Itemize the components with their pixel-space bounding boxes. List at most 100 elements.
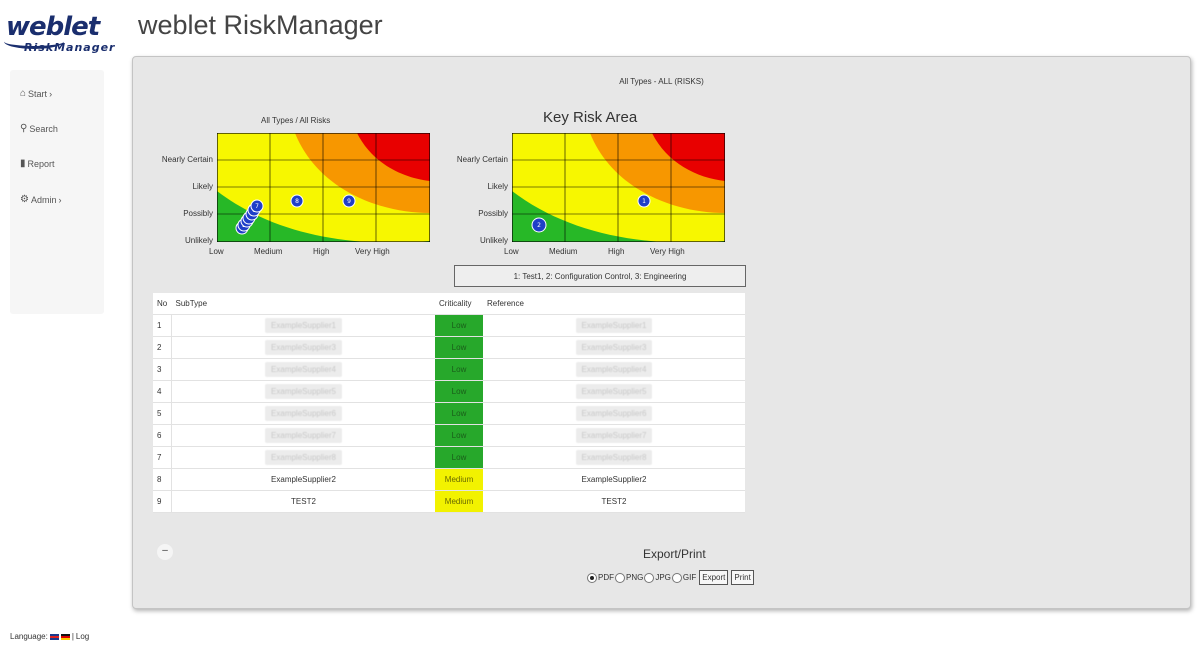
svg-text:9: 9	[347, 198, 351, 205]
reference-text: TEST2	[601, 497, 627, 506]
column-header-reference[interactable]: Reference	[483, 293, 745, 315]
footer-separator: |	[71, 632, 74, 641]
sidebar-item-label: Report	[27, 158, 55, 169]
table-row[interactable]: 8 ExampleSupplier2 Medium ExampleSupplier2	[153, 468, 745, 491]
subtype-text: ExampleSupplier5	[265, 384, 342, 399]
row-reference: ExampleSupplier8	[483, 446, 745, 469]
log-link[interactable]: Log	[76, 632, 89, 641]
row-subtype: ExampleSupplier3	[171, 336, 436, 359]
column-header-no[interactable]: No	[153, 293, 172, 315]
logo-subtitle: RiskManager	[24, 41, 116, 54]
radio-label: JPG	[655, 573, 671, 582]
print-button[interactable]: Print	[731, 570, 754, 585]
row-subtype: ExampleSupplier7	[171, 424, 436, 447]
row-subtype: ExampleSupplier4	[171, 358, 436, 381]
y-label: Likely	[487, 182, 508, 191]
reference-text: ExampleSupplier3	[575, 340, 653, 355]
table-row[interactable]: 2 ExampleSupplier3 Low ExampleSupplier3	[153, 336, 745, 359]
table-row[interactable]: 4 ExampleSupplier5 Low ExampleSupplier5	[153, 380, 745, 403]
sidebar-item-admin[interactable]: ⚙ Admin ›	[20, 194, 61, 205]
row-no: 3	[153, 358, 172, 381]
svg-text:7: 7	[255, 203, 259, 210]
y-label: Nearly Certain	[161, 155, 213, 164]
sidebar-item-label: Admin	[30, 194, 57, 205]
radio-jpg[interactable]	[644, 572, 655, 583]
gear-icon: ⚙	[20, 194, 29, 205]
bar-chart-icon: ▮	[20, 158, 26, 169]
row-reference: ExampleSupplier4	[483, 358, 745, 381]
table-row[interactable]: 6 ExampleSupplier7 Low ExampleSupplier7	[153, 424, 745, 447]
subtype-text: ExampleSupplier4	[265, 362, 342, 377]
svg-text:2: 2	[537, 222, 541, 229]
row-no: 6	[153, 424, 172, 447]
matrix-legend: 1: Test1, 2: Configuration Control, 3: E…	[454, 265, 746, 287]
table-row[interactable]: 5 ExampleSupplier6 Low ExampleSupplier6	[153, 402, 745, 425]
x-label: Low	[504, 247, 519, 256]
row-subtype: ExampleSupplier2	[171, 468, 436, 491]
main-panel: All Types - ALL (RISKS) All Types / All …	[132, 56, 1191, 609]
chevron-right-icon: ›	[58, 194, 62, 205]
radio-pdf[interactable]	[587, 572, 597, 583]
collapse-button[interactable]: –	[157, 544, 173, 560]
criticality-badge: Low	[435, 380, 484, 403]
x-label: High	[608, 247, 625, 256]
subtype-text: ExampleSupplier3	[265, 340, 342, 355]
criticality-badge: Low	[435, 446, 484, 469]
column-header-subtype[interactable]: SubType	[171, 293, 436, 315]
table-row[interactable]: 9 TEST2 Medium TEST2	[153, 490, 745, 513]
criticality-badge: Low	[435, 314, 484, 337]
german-flag-icon[interactable]	[60, 633, 70, 640]
x-label: Very High	[650, 247, 685, 256]
risk-marker: 8	[290, 194, 304, 208]
radio-png[interactable]	[615, 572, 625, 583]
row-subtype: ExampleSupplier8	[171, 446, 436, 469]
row-reference: ExampleSupplier5	[483, 380, 745, 403]
radio-gif[interactable]	[671, 572, 682, 583]
table-row[interactable]: 7 ExampleSupplier8 Low ExampleSupplier8	[153, 446, 745, 469]
x-label: Very High	[355, 247, 390, 256]
sidebar-item-search[interactable]: ⚲ Search	[20, 123, 58, 134]
x-label: Medium	[254, 247, 283, 256]
subtype-text: ExampleSupplier7	[265, 428, 342, 443]
row-no: 4	[153, 380, 172, 403]
sidebar-item-start[interactable]: ⌂ Start ›	[20, 88, 52, 99]
table-row[interactable]: 3 ExampleSupplier4 Low ExampleSupplier4	[153, 358, 745, 381]
x-label: Low	[209, 247, 224, 256]
reference-text: ExampleSupplier2	[581, 475, 647, 484]
panel-heading: All Types - ALL (RISKS)	[619, 77, 704, 86]
search-icon: ⚲	[20, 123, 28, 134]
reference-text: ExampleSupplier4	[575, 362, 653, 377]
uk-flag-icon[interactable]	[49, 633, 59, 640]
matrix-right-title: Key Risk Area	[543, 109, 638, 126]
risk-marker: 7	[250, 199, 264, 213]
table-header-row: No SubType Criticality Reference	[153, 293, 745, 315]
row-no: 7	[153, 446, 172, 469]
reference-text: ExampleSupplier1	[575, 318, 653, 333]
matrix-left-title: All Types / All Risks	[261, 116, 331, 125]
row-subtype: ExampleSupplier1	[171, 314, 436, 337]
row-no: 1	[153, 314, 172, 337]
export-title: Export/Print	[643, 547, 706, 561]
subtype-text: ExampleSupplier8	[265, 450, 342, 465]
row-reference: ExampleSupplier7	[483, 424, 745, 447]
app-logo[interactable]: weblet RiskManager	[4, 12, 126, 58]
y-label: Nearly Certain	[456, 155, 508, 164]
app-title: weblet RiskManager	[138, 10, 383, 40]
subtype-text: ExampleSupplier2	[271, 475, 336, 484]
sidebar-item-report[interactable]: ▮ Report	[20, 158, 55, 169]
radio-label: PDF	[598, 573, 614, 582]
table-body: 1 ExampleSupplier1 Low ExampleSupplier1 2 Exa…	[153, 314, 745, 513]
risk-table: No SubType Criticality Reference 1 Exampl…	[153, 293, 745, 513]
sidebar	[10, 70, 104, 314]
risk-marker: 9	[342, 194, 356, 208]
table-row[interactable]: 1 ExampleSupplier1 Low ExampleSupplier1	[153, 314, 745, 337]
y-label: Possibly	[183, 209, 213, 218]
export-button[interactable]: Export	[699, 570, 729, 585]
risk-matrix-left: 1 2 3 4 5 6 7 8 9	[217, 133, 430, 242]
row-reference: ExampleSupplier3	[483, 336, 745, 359]
svg-text:1: 1	[642, 198, 646, 205]
risk-matrix-right: 2 1	[512, 133, 725, 242]
criticality-badge: Medium	[435, 490, 484, 513]
criticality-badge: Low	[435, 424, 484, 447]
column-header-criticality[interactable]: Criticality	[435, 293, 484, 315]
